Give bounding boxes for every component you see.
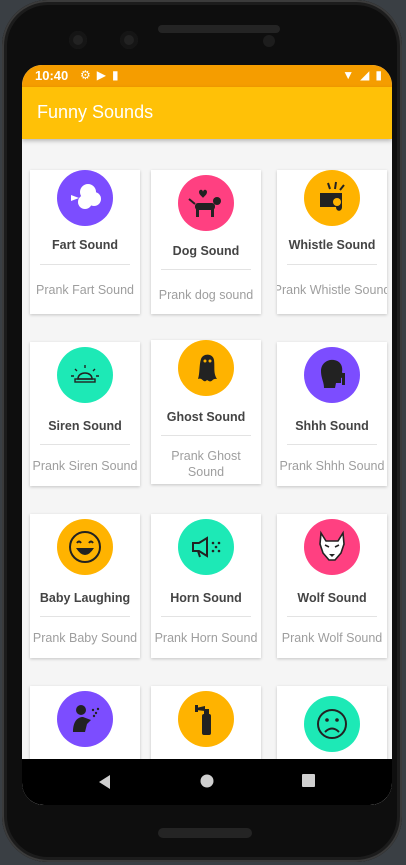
phone-frame: 10:40 ⚙ ▶ ▮ ▼ ◢ ▮ Funny Sounds Fart Soun… <box>2 0 402 862</box>
card-divider <box>40 264 130 265</box>
status-time: 10:40 <box>35 68 69 83</box>
card-title: Shhh Sound <box>295 419 369 433</box>
air-horn-icon <box>178 691 234 747</box>
front-sensor <box>120 31 138 49</box>
card-divider <box>161 435 251 436</box>
whistle-icon <box>304 170 360 226</box>
card-title: Dog Sound <box>172 244 240 258</box>
card-subtitle: Prank Horn Sound <box>154 631 258 645</box>
card-title: Whistle Sound <box>288 238 376 252</box>
card-ghost-sound[interactable]: Ghost Sound Prank Ghost Sound <box>151 340 261 484</box>
card-horn-sound[interactable]: Horn Sound Prank Horn Sound <box>151 514 261 658</box>
card-subtitle: Prank Whistle Sound <box>277 283 387 297</box>
card-baby-laughing[interactable]: Baby Laughing Prank Baby Sound <box>30 514 140 658</box>
cell-signal-icon: ◢ <box>360 68 370 82</box>
card-title: Siren Sound <box>48 419 122 433</box>
card-siren-sound[interactable]: Siren Sound Prank Siren Sound <box>30 342 140 486</box>
card-divider <box>40 616 130 617</box>
battery-icon: ▮ <box>375 68 382 82</box>
card-subtitle: Prank Wolf Sound <box>281 631 383 645</box>
sneeze-icon <box>57 691 113 747</box>
settings-gear-icon: ⚙ <box>80 68 91 82</box>
fart-icon <box>57 170 113 226</box>
card-title: Fart Sound <box>52 238 118 252</box>
card-wolf-sound[interactable]: Wolf Sound Prank Wolf Sound <box>277 514 387 658</box>
card-shhh-sound[interactable]: Shhh Sound Prank Shhh Sound <box>277 342 387 486</box>
card-subtitle: Prank Siren Sound <box>32 459 138 473</box>
card-title: Ghost Sound <box>166 410 246 424</box>
card-divider <box>287 616 377 617</box>
back-icon[interactable] <box>96 773 112 791</box>
horn-icon <box>178 519 234 575</box>
card-divider <box>287 264 377 265</box>
sound-grid[interactable]: Fart Sound Prank Fart Sound Dog Sound Pr… <box>22 139 392 805</box>
card-title: Horn Sound <box>170 591 242 605</box>
card-subtitle: Prank Baby Sound <box>32 631 138 645</box>
shhh-icon <box>304 347 360 403</box>
card-title: Wolf Sound <box>297 591 367 605</box>
card-fart-sound[interactable]: Fart Sound Prank Fart Sound <box>30 170 140 314</box>
bottom-speaker <box>158 828 252 838</box>
proximity-sensor <box>263 35 275 47</box>
recents-icon[interactable] <box>301 773 316 788</box>
app-bar: Funny Sounds <box>22 87 392 139</box>
card-subtitle: Prank dog sound <box>158 288 254 302</box>
home-icon[interactable] <box>199 773 215 789</box>
card-divider <box>161 616 251 617</box>
card-subtitle: Prank Fart Sound <box>36 283 134 297</box>
ghost-icon <box>178 340 234 396</box>
front-camera <box>69 31 87 49</box>
screen: 10:40 ⚙ ▶ ▮ ▼ ◢ ▮ Funny Sounds Fart Soun… <box>22 65 392 805</box>
card-divider <box>287 444 377 445</box>
wifi-icon: ▼ <box>342 68 355 82</box>
play-protect-icon: ▶ <box>96 68 106 82</box>
card-divider <box>40 444 130 445</box>
sd-card-icon: ▮ <box>112 68 119 82</box>
dog-icon <box>178 175 234 231</box>
laughing-face-icon <box>57 519 113 575</box>
wolf-icon <box>304 519 360 575</box>
status-bar: 10:40 ⚙ ▶ ▮ ▼ ◢ ▮ <box>22 65 392 87</box>
card-whistle-sound[interactable]: Whistle Sound Prank Whistle Sound <box>277 170 387 314</box>
card-dog-sound[interactable]: Dog Sound Prank dog sound <box>151 170 261 314</box>
sad-face-icon <box>304 696 360 752</box>
app-title: Funny Sounds <box>37 102 154 122</box>
earpiece-speaker <box>158 25 280 33</box>
system-nav-bar <box>22 759 392 805</box>
siren-icon <box>57 347 113 403</box>
card-subtitle: Prank Shhh Sound <box>279 459 385 473</box>
card-divider <box>161 269 251 270</box>
card-subtitle: Prank Ghost Sound <box>171 449 241 479</box>
card-title: Baby Laughing <box>39 591 131 605</box>
